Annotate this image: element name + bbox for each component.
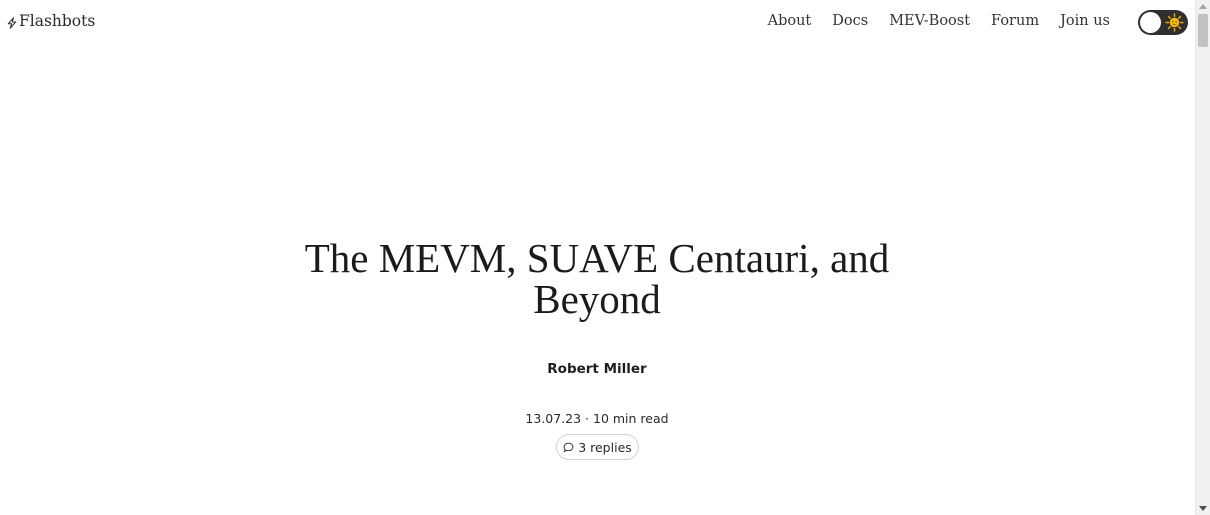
scrollbar-thumb[interactable] [1198, 14, 1208, 47]
page-scrollbar[interactable] [1195, 0, 1210, 515]
theme-toggle[interactable] [1138, 10, 1188, 35]
logo-link[interactable]: Flashbots [6, 11, 95, 31]
article-meta: 13.07.23 · 10 min read [525, 411, 669, 426]
sun-icon [1165, 13, 1184, 32]
scroll-down-arrow-icon[interactable] [1199, 506, 1207, 511]
scroll-up-arrow-icon[interactable] [1199, 4, 1207, 9]
page: Flashbots About Docs MEV-Boost Forum Joi… [0, 0, 1195, 515]
replies-button[interactable]: 3 replies [556, 434, 639, 460]
bolt-icon [7, 16, 17, 29]
nav-link-join-us[interactable]: Join us [1060, 13, 1110, 29]
comment-icon [563, 442, 574, 453]
logo-text: Flashbots [19, 12, 96, 30]
author-name[interactable]: Robert Miller [397, 361, 797, 377]
nav-link-docs[interactable]: Docs [832, 13, 868, 29]
nav-link-forum[interactable]: Forum [991, 13, 1039, 29]
nav-link-mev-boost[interactable]: MEV-Boost [889, 13, 970, 29]
main-nav: About Docs MEV-Boost Forum Join us [747, 11, 1110, 31]
nav-link-about[interactable]: About [768, 13, 812, 29]
replies-label: 3 replies [578, 439, 632, 455]
article-title: The MEVM, SUAVE Centauri, and Beyond [304, 235, 890, 322]
toggle-knob [1140, 12, 1161, 33]
